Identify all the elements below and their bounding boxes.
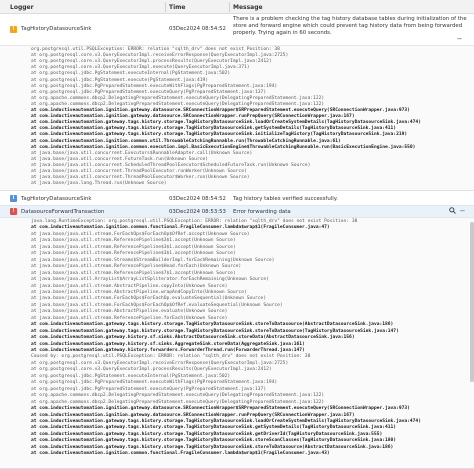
column-divider[interactable] xyxy=(165,2,166,12)
stack-trace-line: at java.base/java.lang.Thread.run(Unknow… xyxy=(31,181,167,187)
stack-trace-line: at com.inductiveautomation.gateway.tags.… xyxy=(31,431,383,437)
stack-trace-line: at java.base/java.util.stream.AbstractPi… xyxy=(31,283,228,289)
stack-trace-line: at com.inductiveautomation.ignition.gate… xyxy=(31,412,355,418)
stack-trace-line: at org.postgresql.jdbc.PgStatement.execu… xyxy=(31,77,209,83)
log-row-warning[interactable]: ! TagHistoryDatasourceSink 03Dec2024 08:… xyxy=(0,14,474,46)
stack-trace-line: at org.postgresql.jdbc.PgPreparedStateme… xyxy=(31,386,267,392)
collapse-icon[interactable]: − xyxy=(455,35,464,44)
stack-trace-line: at com.inductiveautomation.gateway.tags.… xyxy=(31,444,394,450)
warning-icon: ! xyxy=(10,26,17,33)
stack-trace-line: at com.inductiveautomation.ignition.gate… xyxy=(31,114,355,120)
stack-trace-line: at com.inductiveautomation.gateway.tags.… xyxy=(31,418,421,424)
collapse-icon[interactable]: − xyxy=(458,207,467,216)
stack-trace-line: at java.base/java.util.concurrent.Future… xyxy=(31,156,209,162)
stack-trace-line: at com.inductiveautomation.ignition.gate… xyxy=(31,108,410,113)
stack-trace-line: at org.postgresql.jdbc.PgPreparedStateme… xyxy=(31,380,278,386)
stack-trace-line: at java.base/java.util.stream.Streams$St… xyxy=(31,257,275,263)
stack-trace-line: at org.apache.commons.dbcp2.DelegatingPr… xyxy=(31,393,325,399)
stack-trace-line: at org.postgresql.core.v3.QueryExecutorI… xyxy=(31,360,289,366)
stack-trace-line: at com.inductiveautomation.ignition.comm… xyxy=(31,451,330,457)
log-time: 03Dec2024 08:53:53 xyxy=(169,209,226,215)
stack-trace-line: at java.base/java.util.stream.ForEachOps… xyxy=(31,302,283,308)
stack-trace-line: org.postgresql.util.PSQLException: ERROR… xyxy=(31,47,280,52)
stack-trace-line: at org.postgresql.core.v3.QueryExecutorI… xyxy=(31,59,272,65)
stack-trace-panel: org.postgresql.util.PSQLException: ERROR… xyxy=(0,46,474,191)
stack-trace-line: java.lang.RuntimeException: org.postgres… xyxy=(31,219,358,224)
log-row-error[interactable]: ! DatasourceForwardTransaction 03Dec2024… xyxy=(0,206,474,218)
log-message: Error forwarding data xyxy=(233,209,291,215)
info-icon: i xyxy=(10,195,17,202)
stack-trace-line: at java.base/java.util.stream.ForEachOps… xyxy=(31,296,267,302)
search-icon[interactable] xyxy=(448,207,457,216)
stack-trace-line: at com.inductiveautomation.gateway.histo… xyxy=(31,341,305,347)
column-header-message[interactable]: Message xyxy=(233,4,263,11)
error-icon: ! xyxy=(10,208,17,215)
log-logger: TagHistoryDatasourceSink xyxy=(21,196,92,202)
log-message: There is a problem checking the tag hist… xyxy=(233,16,467,36)
stack-trace-line: Caused by: org.postgresql.util.PSQLExcep… xyxy=(31,354,311,360)
stack-trace-line: at java.base/java.util.stream.ReferenceP… xyxy=(31,244,236,250)
log-time: 03Dec2024 08:54:52 xyxy=(169,196,226,202)
stack-trace-line: at java.base/java.util.ArrayList$ArrayLi… xyxy=(31,277,269,283)
stack-trace-line: at java.base/java.util.stream.AbstractPi… xyxy=(31,309,228,315)
log-table-header: Logger Time Message xyxy=(0,0,474,14)
stack-trace-line: at org.postgresql.core.v3.QueryExecutorI… xyxy=(31,53,289,59)
stack-trace-line: at java.base/java.util.concurrent.Thread… xyxy=(31,169,247,174)
stack-trace-panel: java.lang.RuntimeException: org.postgres… xyxy=(0,218,474,469)
column-header-logger[interactable]: Logger xyxy=(10,4,34,11)
stack-trace-line: at java.base/java.util.stream.ReferenceP… xyxy=(31,238,236,244)
stack-trace-line: at org.apache.commons.dbcp2.DelegatingPr… xyxy=(31,399,325,405)
stack-trace-line: at java.base/java.util.concurrent.Execut… xyxy=(31,150,253,156)
column-header-time[interactable]: Time xyxy=(169,4,185,11)
log-logger: DatasourceForwardTransaction xyxy=(21,209,105,215)
stack-trace-line: at org.postgresql.core.v3.QueryExecutorI… xyxy=(31,367,272,373)
stack-trace-line: at com.inductiveautomation.gateway.tags.… xyxy=(31,132,408,138)
stack-trace-line: at java.base/java.util.stream.ReferenceP… xyxy=(31,264,242,270)
stack-trace-line: at com.inductiveautomation.gateway.tags.… xyxy=(31,322,394,328)
stack-trace-line: at org.postgresql.jdbc.PgPreparedStateme… xyxy=(31,89,267,95)
log-row-info[interactable]: i TagHistoryDatasourceSink 03Dec2024 08:… xyxy=(0,191,474,206)
stack-trace-line: at com.inductiveautomation.gateway.tags.… xyxy=(31,126,397,132)
stack-trace-line: at com.inductiveautomation.ignition.comm… xyxy=(31,225,330,231)
stack-trace-line: at com.inductiveautomation.gateway.tags.… xyxy=(31,438,397,444)
stack-trace-line: at com.inductiveautomation.gateway.histo… xyxy=(31,335,355,341)
stack-trace-line: at java.base/java.util.stream.ReferenceP… xyxy=(31,251,236,257)
stack-trace-line: at com.inductiveautomation.gateway.histo… xyxy=(31,348,305,353)
log-logger: TagHistoryDatasourceSink xyxy=(21,26,92,32)
stack-trace-line: at com.inductiveautomation.ignition.gate… xyxy=(31,406,410,412)
stack-trace-line: at com.inductiveautomation.gateway.tags.… xyxy=(31,328,399,334)
stack-trace-line: at org.postgresql.jdbc.PgPreparedStateme… xyxy=(31,83,278,89)
scrollbar-thumb[interactable] xyxy=(470,222,474,382)
stack-trace-line: at com.inductiveautomation.ignition.comm… xyxy=(31,138,341,144)
stack-trace-line: at org.postgresql.jdbc.PgStatement.execu… xyxy=(31,373,231,379)
stack-trace-line: at com.inductiveautomation.gateway.tags.… xyxy=(31,120,421,126)
stack-trace-line: at com.inductiveautomation.gateway.tags.… xyxy=(31,425,397,431)
stack-trace-line: at java.base/java.util.stream.AbstractPi… xyxy=(31,289,247,295)
stack-trace-line: at java.base/java.util.concurrent.Schedu… xyxy=(31,162,311,168)
stack-trace-line: at java.base/java.util.stream.ReferenceP… xyxy=(31,315,228,321)
stack-trace-line: at org.postgresql.jdbc.PgStatement.execu… xyxy=(31,71,231,77)
stack-trace-line: at java.base/java.util.concurrent.Thread… xyxy=(31,175,250,181)
stack-trace-line: at org.postgresql.core.v3.QueryExecutorI… xyxy=(31,65,250,71)
column-divider[interactable] xyxy=(229,2,230,12)
log-message: Tag history tables verified successfully… xyxy=(233,196,338,202)
stack-trace-line: at java.base/java.util.stream.ForEachOps… xyxy=(31,231,250,237)
stack-trace-line: at java.base/java.util.stream.ReferenceP… xyxy=(31,270,236,276)
stack-trace-line: at org.apache.commons.dbcp2.DelegatingPr… xyxy=(31,101,325,107)
stack-trace-line: at org.apache.commons.dbcp2.DelegatingPr… xyxy=(31,95,325,101)
stack-trace-line: at com.inductiveautomation.ignition.comm… xyxy=(31,144,416,150)
log-time: 03Dec2024 08:54:52 xyxy=(169,26,226,32)
